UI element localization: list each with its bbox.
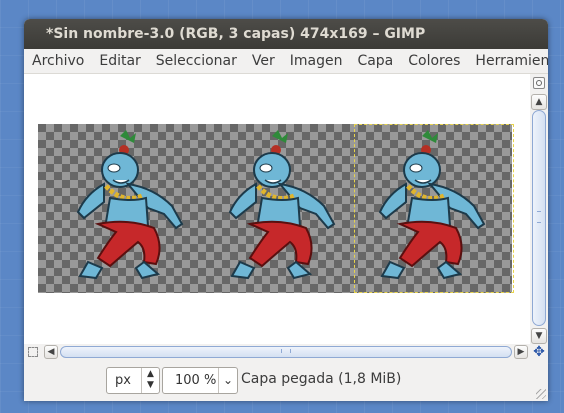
menu-capa[interactable]: Capa [349,53,400,69]
menu-ver[interactable]: Ver [244,53,282,69]
menu-herramientas[interactable]: Herramientas [467,53,548,69]
scroll-right-button[interactable]: ▶ [514,345,528,359]
status-bar: px ▲ ▼ 100 % ⌄ Capa pegada (1,8 MiB) [24,360,548,401]
menu-bar: Archivo Editar Seleccionar Ver Imagen Ca… [24,49,548,74]
image-canvas-area[interactable] [24,74,530,344]
zoom-value: 100 % [175,373,217,388]
menu-editar[interactable]: Editar [91,53,147,69]
quick-mask-toggle-icon[interactable] [28,347,38,357]
image-canvas[interactable] [38,124,514,293]
chevron-down-icon[interactable]: ⌄ [218,368,237,393]
menu-seleccionar[interactable]: Seleccionar [148,53,244,69]
vertical-scrollbar[interactable]: ▲ ▼ [530,74,548,344]
zoom-selector[interactable]: 100 % ⌄ [162,367,238,394]
navigate-icon[interactable]: ✥ [532,345,546,359]
title-bar[interactable]: *Sin nombre-3.0 (RGB, 3 capas) 474x169 –… [24,19,548,49]
menu-colores[interactable]: Colores [400,53,467,69]
window-title: *Sin nombre-3.0 (RGB, 3 capas) 474x169 –… [46,26,426,42]
vertical-scroll-thumb[interactable] [532,110,546,326]
horizontal-scrollbar[interactable]: ◀ ▶ ✥ [24,344,548,360]
zoom-to-window-icon[interactable] [533,77,545,89]
unit-value: px [115,373,131,388]
genie-figure-1 [76,130,184,280]
resize-grip-icon[interactable] [536,389,546,399]
menu-imagen[interactable]: Imagen [282,53,350,69]
scroll-down-button[interactable]: ▼ [531,328,547,344]
scroll-left-button[interactable]: ◀ [44,345,58,359]
grip-lines-icon [281,349,291,353]
unit-selector[interactable]: px ▲ ▼ [106,367,160,394]
menu-archivo[interactable]: Archivo [24,53,91,69]
grip-lines-icon [537,211,541,223]
active-layer-boundary [354,124,514,293]
horizontal-scroll-thumb[interactable] [60,346,512,358]
scroll-up-button[interactable]: ▲ [531,94,547,110]
gimp-image-window: *Sin nombre-3.0 (RGB, 3 capas) 474x169 –… [24,19,548,401]
status-message: Capa pegada (1,8 MiB) [241,371,402,387]
spin-arrows-icon[interactable]: ▲ ▼ [141,368,159,393]
genie-figure-2 [228,130,336,280]
